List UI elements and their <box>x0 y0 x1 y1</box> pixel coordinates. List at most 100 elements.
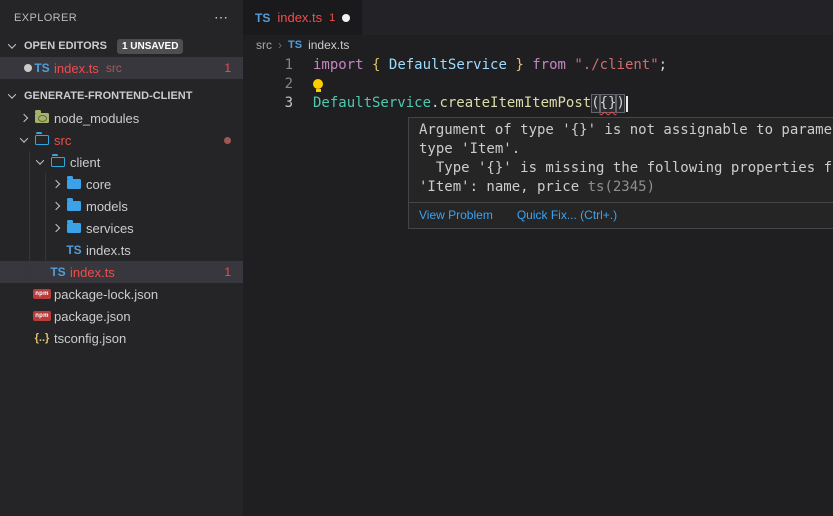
breadcrumb-folder[interactable]: src <box>256 38 272 52</box>
chevron-right-icon[interactable] <box>20 114 28 122</box>
text-cursor <box>626 96 628 112</box>
tree-folder-core[interactable]: core <box>0 173 243 195</box>
chevron-down-icon <box>8 90 16 98</box>
tree-file-tsconfig.json[interactable]: {..}tsconfig.json <box>0 327 243 349</box>
explorer-title: EXPLORER <box>14 12 77 24</box>
code-token: } <box>515 56 523 75</box>
open-editor-filename: index.ts <box>54 61 99 76</box>
tab-modified-dot-icon[interactable] <box>342 14 350 22</box>
tab-bar: TS index.ts 1 <box>243 0 833 35</box>
indent-guide <box>29 151 30 173</box>
error-count-badge: 1 <box>224 61 231 75</box>
tree-item-label: core <box>86 177 111 192</box>
code-line[interactable]: 1import { DefaultService } from "./clien… <box>243 56 833 75</box>
line-number: 3 <box>243 94 293 113</box>
tree-folder-services[interactable]: services <box>0 217 243 239</box>
indent-guide <box>29 239 30 261</box>
code-token: { <box>372 56 380 75</box>
breadcrumb-file[interactable]: index.ts <box>308 38 349 52</box>
error-hover-tooltip: Argument of type '{}' is not assignable … <box>408 117 833 229</box>
tree-item-label: index.ts <box>70 265 115 280</box>
code-text: DefaultService.createItemItemPost({}) <box>293 94 628 113</box>
code-token: {} <box>600 94 617 113</box>
tree-item-label: package-lock.json <box>54 287 158 302</box>
tree-folder-client[interactable]: client <box>0 151 243 173</box>
open-editor-description: src <box>106 61 122 75</box>
code-token: "./client" <box>574 56 658 75</box>
tree-item-label: client <box>70 155 100 170</box>
tree-folder-models[interactable]: models <box>0 195 243 217</box>
tab-index-ts[interactable]: TS index.ts 1 <box>243 0 362 35</box>
workspace-label: GENERATE-FRONTEND-CLIENT <box>24 90 192 102</box>
tree-file-package-lock.json[interactable]: npmpackage-lock.json <box>0 283 243 305</box>
tree-item-label: tsconfig.json <box>54 331 126 346</box>
tree-item-label: index.ts <box>86 243 131 258</box>
code-token: ) <box>616 94 624 113</box>
error-count-badge: 1 <box>224 265 231 279</box>
view-problem-link[interactable]: View Problem <box>419 208 493 222</box>
folder-icon <box>35 135 49 145</box>
tree-item-label: node_modules <box>54 111 139 126</box>
indent-guide <box>45 173 46 195</box>
workspace-section-header[interactable]: GENERATE-FRONTEND-CLIENT <box>0 85 243 107</box>
tab-filename: index.ts <box>277 10 322 25</box>
explorer-sidebar: EXPLORER ⋯ OPEN EDITORS 1 UNSAVED TS ind… <box>0 0 243 516</box>
code-token <box>566 56 574 75</box>
npm-file-icon: npm <box>33 311 51 321</box>
chevron-right-icon[interactable] <box>52 224 60 232</box>
code-text <box>293 75 323 94</box>
code-line[interactable]: 3DefaultService.createItemItemPost({}) <box>243 94 833 113</box>
indent-guide <box>45 217 46 239</box>
open-editors-section-header[interactable]: OPEN EDITORS 1 UNSAVED <box>0 35 243 57</box>
error-message-line: Argument of type '{}' is not assignable … <box>419 121 833 140</box>
code-token: createItemItemPost <box>439 94 591 113</box>
tree-file-package.json[interactable]: npmpackage.json <box>0 305 243 327</box>
code-token: DefaultService <box>313 94 431 113</box>
tree-folder-node_modules[interactable]: node_modules <box>0 107 243 129</box>
code-token <box>380 56 388 75</box>
typescript-file-icon: TS <box>66 243 81 257</box>
typescript-file-icon: TS <box>34 61 49 75</box>
explorer-header: EXPLORER ⋯ <box>0 0 243 35</box>
file-tree: node_modulessrcclientcoremodelsservicesT… <box>0 107 243 349</box>
code-token: . <box>431 94 439 113</box>
more-actions-icon[interactable]: ⋯ <box>214 9 229 26</box>
code-token: ; <box>659 56 667 75</box>
open-editors-label: OPEN EDITORS <box>24 40 107 52</box>
code-line[interactable]: 2 <box>243 75 833 94</box>
code-editor[interactable]: 1 import { DefaultService } from "./clien… <box>243 55 833 516</box>
open-editor-item-index-ts[interactable]: TS index.ts src 1 <box>0 57 243 79</box>
indent-guide <box>29 195 30 217</box>
line-number: 2 <box>243 75 293 94</box>
modified-dot-icon <box>224 137 231 144</box>
error-code: ts(2345) <box>579 179 655 195</box>
lightbulb-icon[interactable] <box>313 79 323 89</box>
breadcrumb: src › TS index.ts <box>243 35 833 55</box>
folder-icon <box>35 113 49 123</box>
typescript-file-icon: TS <box>50 265 65 279</box>
chevron-down-icon[interactable] <box>36 156 44 164</box>
code-token: import <box>313 56 364 75</box>
tree-item-label: src <box>54 133 71 148</box>
editor-group: TS index.ts 1 src › TS index.ts 1 import … <box>243 0 833 516</box>
tree-file-index.ts[interactable]: TS index.ts 1 <box>0 261 243 283</box>
modified-dot-icon[interactable] <box>24 64 32 72</box>
chevron-down-icon[interactable] <box>20 134 28 142</box>
folder-icon <box>67 223 81 233</box>
indent-guide <box>29 217 30 239</box>
chevron-right-icon[interactable] <box>52 180 60 188</box>
quick-fix-link[interactable]: Quick Fix... (Ctrl+.) <box>517 208 617 222</box>
code-token <box>524 56 532 75</box>
code-token <box>507 56 515 75</box>
error-message-line: Type '{}' is missing the following prope… <box>419 159 833 178</box>
line-number: 1 <box>243 56 293 75</box>
hover-actions-bar: View Problem Quick Fix... (Ctrl+.) <box>409 202 833 228</box>
tree-file-index.ts[interactable]: TS index.ts <box>0 239 243 261</box>
indent-guide <box>45 195 46 217</box>
npm-file-icon: npm <box>33 289 51 299</box>
chevron-right-icon[interactable] <box>52 202 60 210</box>
tab-error-count: 1 <box>329 12 335 24</box>
typescript-file-icon: TS <box>255 11 270 25</box>
code-token: from <box>532 56 566 75</box>
tree-folder-src[interactable]: src <box>0 129 243 151</box>
